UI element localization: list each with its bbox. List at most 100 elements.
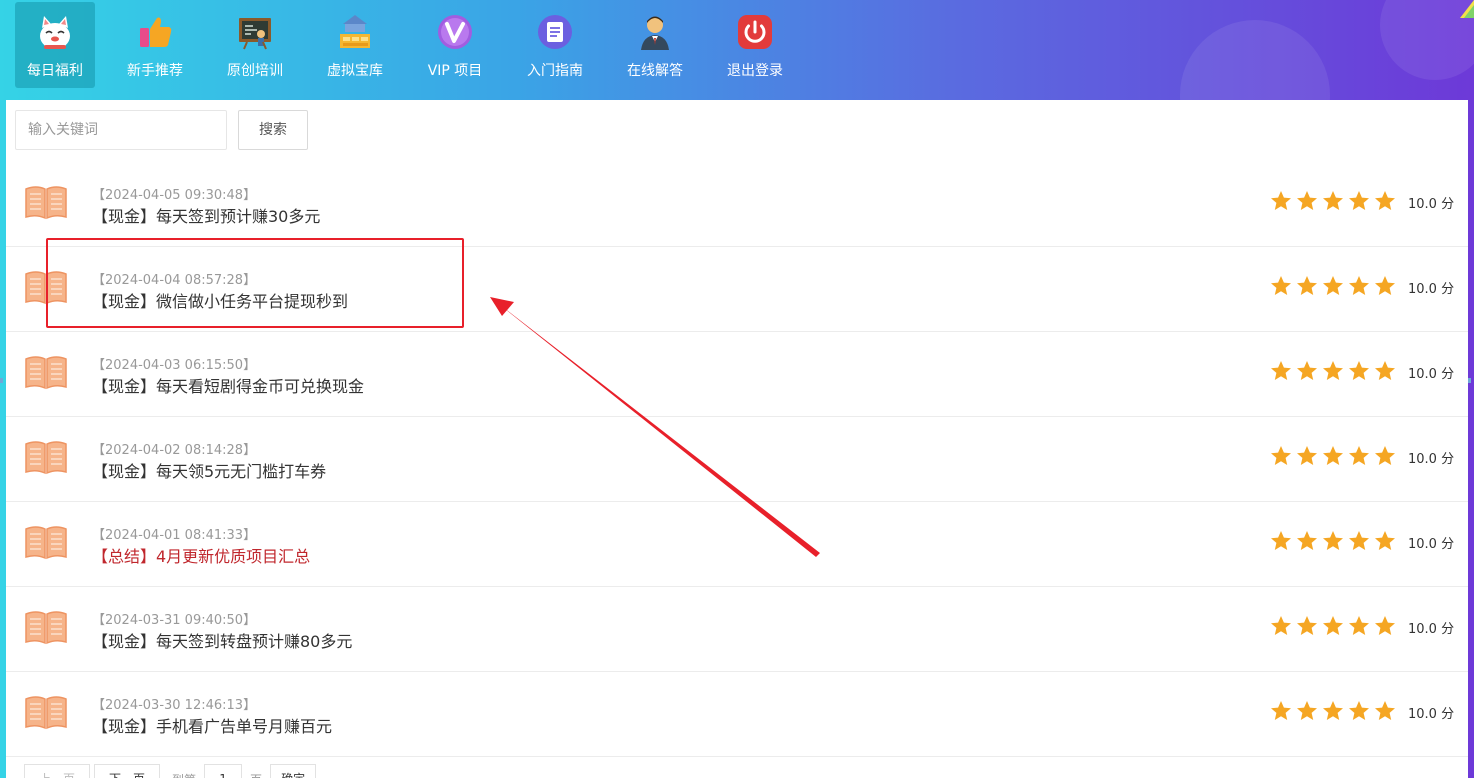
blackboard-icon	[235, 12, 275, 52]
star-icon	[1271, 276, 1291, 295]
book-icon	[25, 526, 67, 560]
book-icon	[25, 441, 67, 475]
star-icon	[1375, 276, 1395, 295]
item-score: 10.0 分	[1408, 452, 1455, 467]
star-icon	[1323, 616, 1343, 635]
prev-page-button[interactable]: 上一页	[24, 764, 91, 778]
book-icon	[25, 696, 67, 730]
goto-confirm-button[interactable]: 确定	[270, 764, 317, 778]
document-icon	[535, 12, 575, 52]
nav-label: 新手推荐	[127, 63, 183, 79]
search-button[interactable]: 搜索	[238, 110, 308, 150]
nav-label: 入门指南	[527, 63, 583, 79]
item-date: 【2024-04-03 06:15:50】	[92, 358, 257, 373]
nav-item-virtual-treasury[interactable]: 虚拟宝库	[315, 2, 395, 88]
star-icon	[1323, 276, 1343, 295]
nav-item-getting-started[interactable]: 入门指南	[515, 2, 595, 88]
goto-label: 到第	[172, 771, 196, 778]
nav-item-newbie-recommend[interactable]: 新手推荐	[115, 2, 195, 88]
page-unit-label: 页	[250, 771, 262, 778]
rating-stars	[1270, 275, 1400, 297]
star-icon	[1349, 276, 1369, 295]
item-score: 10.0 分	[1408, 622, 1455, 637]
list-item[interactable]: 【2024-03-31 09:40:50】 【现金】每天签到转盘预计赚80多元 …	[6, 587, 1468, 672]
rating-stars	[1270, 615, 1400, 637]
star-icon	[1271, 446, 1291, 465]
star-icon	[1323, 446, 1343, 465]
rating-stars	[1270, 360, 1400, 382]
star-icon	[1375, 531, 1395, 550]
edge-marker	[0, 378, 3, 383]
article-list: 【2024-04-05 09:30:48】 【现金】每天签到预计赚30多元 10…	[6, 162, 1468, 757]
book-icon	[25, 186, 67, 220]
star-icon	[1271, 701, 1291, 720]
star-icon	[1349, 191, 1369, 210]
list-item[interactable]: 【2024-04-03 06:15:50】 【现金】每天看短剧得金币可兑换现金 …	[6, 332, 1468, 417]
star-icon	[1349, 361, 1369, 380]
thumbs-up-icon	[135, 12, 175, 52]
star-icon	[1323, 701, 1343, 720]
star-icon	[1297, 276, 1317, 295]
item-score: 10.0 分	[1408, 537, 1455, 552]
list-item[interactable]: 【2024-04-05 09:30:48】 【现金】每天签到预计赚30多元 10…	[6, 162, 1468, 247]
star-icon	[1297, 701, 1317, 720]
star-icon	[1271, 616, 1291, 635]
nav-item-vip-projects[interactable]: VIP 项目	[415, 2, 495, 88]
star-icon	[1375, 616, 1395, 635]
background-circle	[1180, 20, 1330, 100]
next-page-button[interactable]: 下一页	[94, 764, 161, 778]
top-navigation: 每日福利 新手推荐 原创培训 虚拟宝库 VIP 项目 入门指南 在线解答 退出登…	[0, 0, 1474, 100]
star-icon	[1323, 531, 1343, 550]
main-content: 搜索 【2024-04-05 09:30:48】 【现金】每天签到预计赚30多元…	[6, 100, 1468, 778]
corner-decoration-icon	[1460, 0, 1474, 18]
item-date: 【2024-04-02 08:14:28】	[92, 443, 257, 458]
star-icon	[1349, 701, 1369, 720]
star-icon	[1297, 446, 1317, 465]
star-icon	[1349, 446, 1369, 465]
item-title[interactable]: 【现金】微信做小任务平台提现秒到	[92, 288, 348, 312]
lucky-cat-icon	[35, 12, 75, 52]
star-icon	[1297, 361, 1317, 380]
page-number-input[interactable]: 1	[204, 764, 243, 778]
nav-label: 原创培训	[227, 63, 283, 79]
rating-stars	[1270, 530, 1400, 552]
star-icon	[1375, 361, 1395, 380]
pagination: 上一页 下一页 到第 1 页 确定	[24, 764, 317, 778]
item-date: 【2024-04-04 08:57:28】	[92, 273, 257, 288]
search-input[interactable]	[15, 110, 227, 150]
power-icon	[735, 12, 775, 52]
item-title[interactable]: 【现金】手机看广告单号月赚百元	[92, 713, 332, 737]
star-icon	[1375, 701, 1395, 720]
item-title[interactable]: 【现金】每天看短剧得金币可兑换现金	[92, 373, 364, 397]
nav-item-original-training[interactable]: 原创培训	[215, 2, 295, 88]
book-icon	[25, 271, 67, 305]
item-score: 10.0 分	[1408, 197, 1455, 212]
vip-icon	[435, 12, 475, 52]
rating-stars	[1270, 700, 1400, 722]
list-item[interactable]: 【2024-04-01 08:41:33】 【总结】4月更新优质项目汇总 10.…	[6, 502, 1468, 587]
star-icon	[1271, 191, 1291, 210]
nav-item-logout[interactable]: 退出登录	[715, 2, 795, 88]
item-score: 10.0 分	[1408, 282, 1455, 297]
star-icon	[1297, 191, 1317, 210]
item-date: 【2024-03-30 12:46:13】	[92, 698, 257, 713]
item-score: 10.0 分	[1408, 707, 1455, 722]
nav-item-online-answers[interactable]: 在线解答	[615, 2, 695, 88]
item-title[interactable]: 【现金】每天领5元无门槛打车券	[92, 458, 326, 482]
star-icon	[1323, 191, 1343, 210]
rating-stars	[1270, 190, 1400, 212]
list-item[interactable]: 【2024-03-30 12:46:13】 【现金】手机看广告单号月赚百元 10…	[6, 672, 1468, 757]
star-icon	[1375, 446, 1395, 465]
list-item[interactable]: 【2024-04-04 08:57:28】 【现金】微信做小任务平台提现秒到 1…	[6, 247, 1468, 332]
item-title[interactable]: 【现金】每天签到转盘预计赚80多元	[92, 628, 352, 652]
item-title[interactable]: 【现金】每天签到预计赚30多元	[92, 203, 320, 227]
star-icon	[1349, 531, 1369, 550]
star-icon	[1375, 191, 1395, 210]
nav-item-daily-welfare[interactable]: 每日福利	[15, 2, 95, 88]
nav-label: 退出登录	[727, 63, 783, 79]
item-score: 10.0 分	[1408, 367, 1455, 382]
list-item[interactable]: 【2024-04-02 08:14:28】 【现金】每天领5元无门槛打车券 10…	[6, 417, 1468, 502]
item-title[interactable]: 【总结】4月更新优质项目汇总	[92, 543, 310, 567]
item-date: 【2024-03-31 09:40:50】	[92, 613, 257, 628]
rating-stars	[1270, 445, 1400, 467]
